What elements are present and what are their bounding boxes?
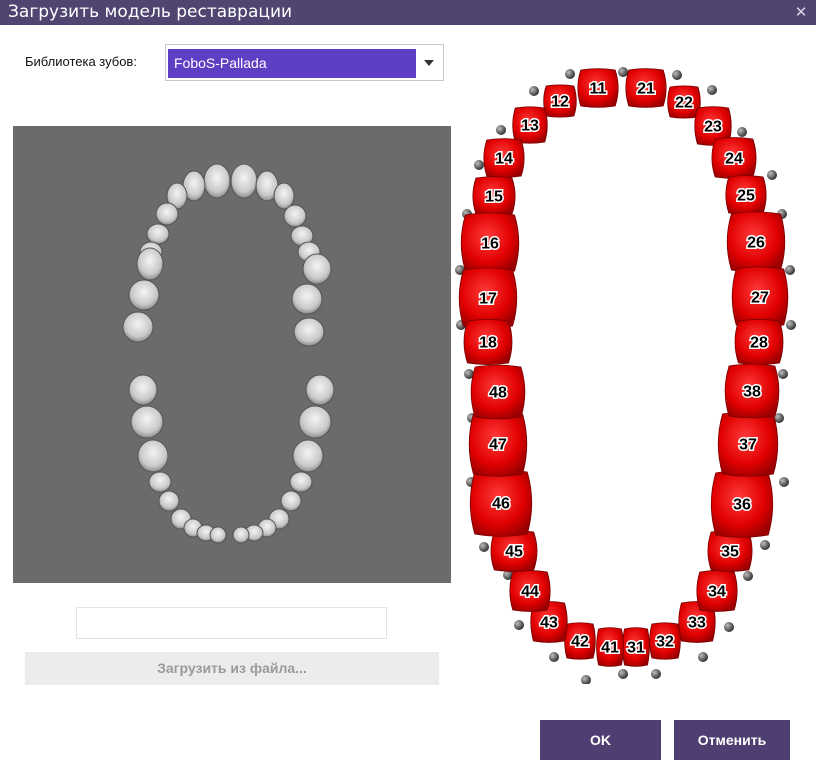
tooth-42[interactable]: 42 [564,622,596,660]
cancel-button[interactable]: Отменить [674,720,790,760]
tooth-number-label: 24 [725,151,743,168]
tooth-11[interactable]: 11 [577,68,619,108]
tooth-number-label: 37 [739,437,757,454]
contact-point-17 [778,369,788,379]
contact-point-15 [786,320,796,330]
tooth-38[interactable]: 38 [724,363,780,419]
upper-arch [122,163,332,347]
tooth-number-label: 48 [489,385,507,402]
tooth-number-label: 34 [708,584,726,601]
tooth-22[interactable]: 22 [667,85,701,119]
tooth-number-label: 25 [737,188,755,205]
contact-point-30 [581,675,591,685]
tooth-28[interactable]: 28 [734,319,784,365]
tooth-24[interactable]: 24 [711,137,757,179]
close-icon[interactable]: ✕ [792,2,810,22]
contact-point-7 [737,127,747,137]
filename-field[interactable] [76,607,387,639]
contact-point-27 [724,622,734,632]
contact-point-32 [651,669,661,679]
tooth-37[interactable]: 37 [717,411,779,477]
tooth-12[interactable]: 12 [543,84,577,118]
window-title: Загрузить модель реставрации [8,2,293,22]
tooth-number-label: 41 [601,640,619,657]
tooth-41[interactable]: 41 [596,627,624,667]
tooth-21[interactable]: 21 [625,68,667,108]
load-from-file-button[interactable]: Загрузить из файла... [25,652,439,685]
library-select[interactable]: FoboS-Pallada [165,44,444,81]
tooth-number-label: 27 [751,290,769,307]
tooth-14[interactable]: 14 [483,138,525,178]
tooth-number-label: 23 [704,119,722,136]
tooth-number-label: 47 [489,437,507,454]
contact-point-29 [698,652,708,662]
library-selected-value: FoboS-Pallada [168,49,416,78]
tooth-number-label: 38 [743,384,761,401]
tooth-16[interactable]: 16 [460,212,520,274]
tooth-number-label: 33 [688,615,706,632]
tooth-number-label: 35 [721,544,739,561]
contact-point-21 [779,477,789,487]
tooth-number-label: 12 [551,94,569,111]
tooth-13[interactable]: 13 [512,106,548,144]
title-bar: Загрузить модель реставрации ✕ [0,0,816,25]
tooth-number-label: 17 [479,291,497,308]
tooth-number-label: 13 [521,118,539,135]
tooth-15[interactable]: 15 [472,176,516,216]
tooth-number-label: 28 [750,335,768,352]
contact-point-23 [760,540,770,550]
tooth-number-label: 32 [656,634,674,651]
contact-point-22 [479,542,489,552]
contact-point-6 [496,125,506,135]
ok-button[interactable]: OK [540,720,661,760]
tooth-31[interactable]: 31 [622,627,650,667]
tooth-number-label: 21 [637,81,655,98]
contact-point-5 [707,85,717,95]
tooth-number-label: 43 [540,615,558,632]
tooth-number-label: 18 [479,335,497,352]
tooth-36[interactable]: 36 [710,470,774,538]
contact-point-28 [549,652,559,662]
tooth-number-label: 15 [485,189,503,206]
contact-point-25 [743,571,753,581]
tooth-34[interactable]: 34 [696,570,738,612]
tooth-number-label: 26 [747,235,765,252]
contact-point-3 [672,70,682,80]
tooth-47[interactable]: 47 [468,411,528,477]
contact-point-4 [529,86,539,96]
tooth-chart: 11 12 13 14 15 16 17 18 21 22 23 24 25 26 27 28 31 32 33 34… [452,64,816,685]
tooth-44[interactable]: 44 [509,570,551,612]
tooth-chart-svg: 11 12 13 14 15 16 17 18 21 22 2324 25 26 27 28 31 32 3334… [455,67,796,685]
lower-arch [128,374,335,544]
tooth-number-label: 31 [627,640,645,657]
tooth-25[interactable]: 25 [725,175,767,215]
tooth-46[interactable]: 46 [469,469,533,537]
tooth-number-label: 45 [505,544,523,561]
tooth-45[interactable]: 45 [490,530,538,572]
tooth-26[interactable]: 26 [726,211,786,273]
tooth-number-label: 14 [495,151,513,168]
contact-point-26 [514,620,524,630]
tooth-number-label: 36 [733,497,751,514]
tooth-27[interactable]: 27 [731,266,789,328]
contact-point-31 [618,669,628,679]
tooth-32[interactable]: 32 [649,622,681,660]
tooth-number-label: 11 [590,81,607,98]
library-label: Библиотека зубов: [25,54,137,69]
jaw-model-image [122,163,335,544]
tooth-number-label: 44 [521,584,539,601]
contact-point-2 [618,67,628,77]
tooth-48[interactable]: 48 [470,364,526,420]
tooth-number-label: 46 [492,496,510,513]
chevron-down-icon [424,60,434,66]
contact-point-9 [767,170,777,180]
contact-point-13 [785,265,795,275]
tooth-number-label: 16 [481,236,499,253]
tooth-18[interactable]: 18 [463,319,513,365]
tooth-number-label: 22 [675,95,693,112]
model-preview [13,126,451,583]
tooth-number-label: 42 [571,634,589,651]
contact-point-8 [474,160,484,170]
contact-point-1 [565,69,575,79]
